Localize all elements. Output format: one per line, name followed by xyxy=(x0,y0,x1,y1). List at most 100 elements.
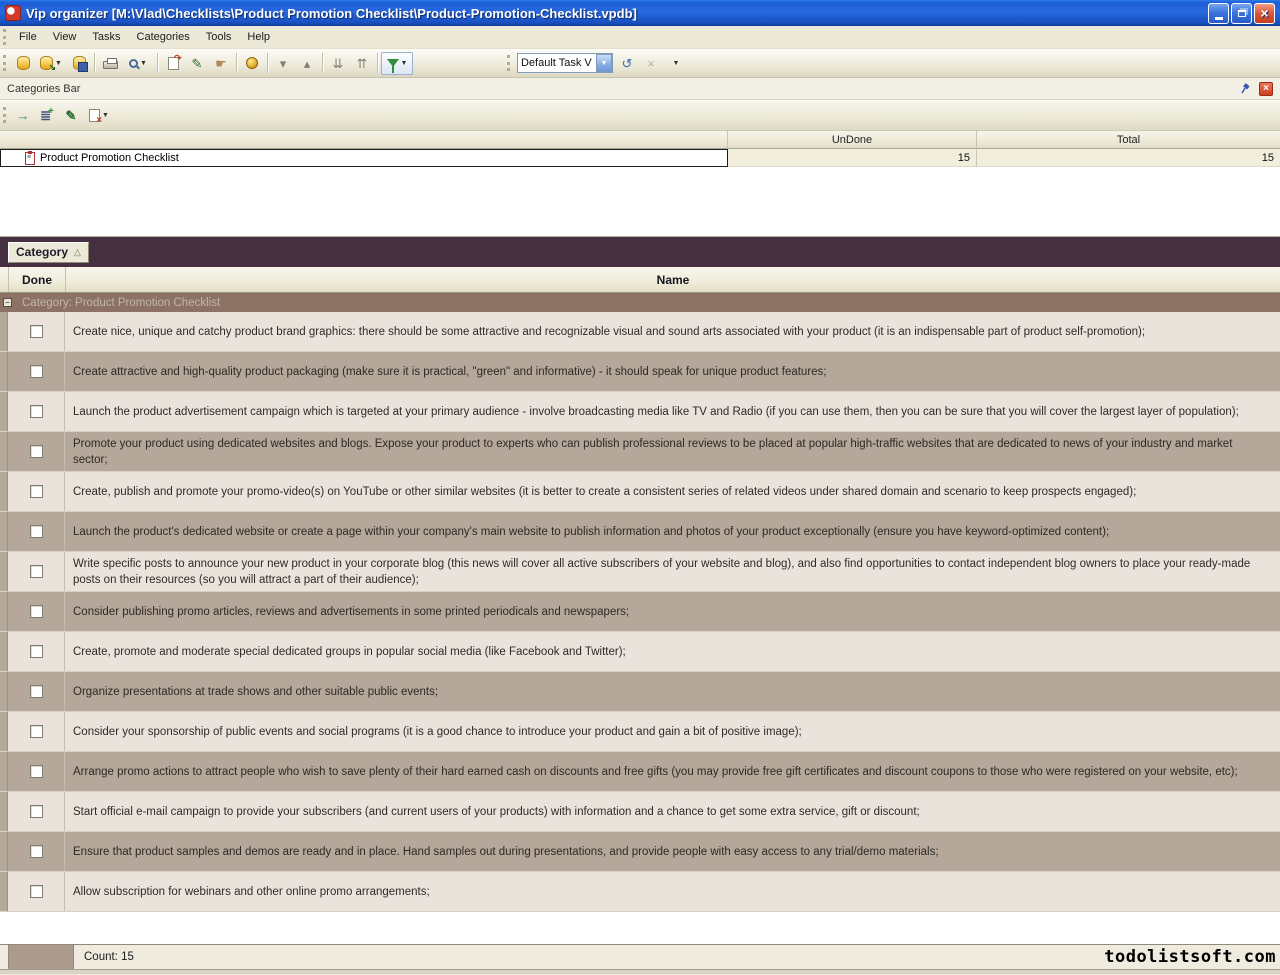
menu-tasks[interactable]: Tasks xyxy=(84,27,128,48)
chevron-down-icon: ▼ xyxy=(102,112,109,119)
assign-task-button[interactable]: ☛ xyxy=(209,52,233,75)
collapse-minus-icon[interactable]: − xyxy=(3,298,12,307)
done-column-header[interactable]: Done xyxy=(9,267,66,292)
move-down-button[interactable]: ▾ xyxy=(271,52,295,75)
total-count-cell: 15 xyxy=(977,149,1280,167)
filter-button[interactable]: ▼ xyxy=(381,52,413,75)
complete-task-button[interactable] xyxy=(240,52,264,75)
task-row[interactable]: Consider publishing promo articles, revi… xyxy=(0,592,1280,632)
task-row[interactable]: Write specific posts to announce your ne… xyxy=(0,552,1280,592)
close-panel-button[interactable]: × xyxy=(1259,82,1273,96)
menu-view[interactable]: View xyxy=(45,27,85,48)
task-row[interactable]: Promote your product using dedicated web… xyxy=(0,432,1280,472)
edit-pencil-icon: ✎ xyxy=(192,57,203,70)
menu-file[interactable]: File xyxy=(11,27,45,48)
task-name-cell: Ensure that product samples and demos ar… xyxy=(65,832,1280,871)
task-done-checkbox[interactable] xyxy=(30,605,43,618)
task-text: Ensure that product samples and demos ar… xyxy=(73,844,939,860)
task-done-checkbox[interactable] xyxy=(30,685,43,698)
print-button[interactable] xyxy=(98,52,122,75)
task-row[interactable]: Create, promote and moderate special ded… xyxy=(0,632,1280,672)
group-field-category-button[interactable]: Category △ xyxy=(8,242,89,263)
combobox-arrow-icon[interactable]: ▼ xyxy=(596,54,612,72)
task-done-checkbox[interactable] xyxy=(30,805,43,818)
task-done-checkbox[interactable] xyxy=(30,325,43,338)
category-column-header[interactable] xyxy=(0,131,728,149)
task-text: Write specific posts to announce your ne… xyxy=(73,556,1270,588)
window-bottom-edge xyxy=(0,969,1280,974)
category-name: Product Promotion Checklist xyxy=(40,152,179,164)
menu-grip xyxy=(3,29,8,45)
task-text: Create, promote and moderate special ded… xyxy=(73,644,626,660)
task-row[interactable]: Create nice, unique and catchy product b… xyxy=(0,312,1280,352)
new-task-button[interactable] xyxy=(161,52,185,75)
toolbar-options-button[interactable]: ▼ xyxy=(663,52,687,75)
apply-view-button[interactable]: ↺ xyxy=(615,52,639,75)
edit-category-button[interactable]: ✎ xyxy=(59,104,83,127)
task-row[interactable]: Allow subscription for webinars and othe… xyxy=(0,872,1280,912)
task-row[interactable]: Arrange promo actions to attract people … xyxy=(0,752,1280,792)
task-row[interactable]: Organize presentations at trade shows an… xyxy=(0,672,1280,712)
task-row[interactable]: Launch the product's dedicated website o… xyxy=(0,512,1280,552)
menu-tools[interactable]: Tools xyxy=(198,27,240,48)
edit-task-button[interactable]: ✎ xyxy=(185,52,209,75)
open-database-button[interactable]: ▼ xyxy=(35,52,67,75)
chevron-down-icon: ▼ xyxy=(673,60,680,67)
undone-column-header[interactable]: UnDone xyxy=(728,131,977,149)
grid-footer: Count: 15 todolistsoft.com xyxy=(0,944,1280,969)
done-cell xyxy=(8,712,65,751)
new-database-button[interactable] xyxy=(11,52,35,75)
name-column-header[interactable]: Name xyxy=(66,267,1280,292)
new-category-button[interactable]: → xyxy=(11,104,35,127)
menu-help[interactable]: Help xyxy=(239,27,278,48)
toolbar-grip xyxy=(3,107,8,123)
task-list: Create nice, unique and catchy product b… xyxy=(0,312,1280,912)
group-by-bar: Category △ xyxy=(0,237,1280,267)
task-row[interactable]: Consider your sponsorship of public even… xyxy=(0,712,1280,752)
delete-category-button[interactable]: ▼ xyxy=(83,104,115,127)
category-tree-cell[interactable]: Product Promotion Checklist xyxy=(0,149,728,167)
task-row[interactable]: Create, publish and promote your promo-v… xyxy=(0,472,1280,512)
category-tree-row[interactable]: Product Promotion Checklist 15 15 xyxy=(0,149,1280,167)
task-view-combobox[interactable]: Default Task V ▼ xyxy=(517,53,613,73)
task-done-checkbox[interactable] xyxy=(30,405,43,418)
move-bottom-button[interactable]: ⇊ xyxy=(326,52,350,75)
task-row[interactable]: Create attractive and high-quality produ… xyxy=(0,352,1280,392)
print-preview-button[interactable]: ▼ xyxy=(122,52,154,75)
menu-bar: File View Tasks Categories Tools Help xyxy=(0,26,1280,49)
task-row[interactable]: Start official e-mail campaign to provid… xyxy=(0,792,1280,832)
total-column-header[interactable]: Total xyxy=(977,131,1280,149)
task-row[interactable]: Launch the product advertisement campaig… xyxy=(0,392,1280,432)
restore-button[interactable] xyxy=(1231,3,1252,24)
delete-category-icon xyxy=(89,109,100,122)
auto-hide-pin-button[interactable] xyxy=(1239,82,1253,96)
title-bar: Vip organizer [M:\Vlad\Checklists\Produc… xyxy=(0,0,1280,26)
task-done-checkbox[interactable] xyxy=(30,565,43,578)
task-done-checkbox[interactable] xyxy=(30,485,43,498)
task-done-checkbox[interactable] xyxy=(30,765,43,778)
task-done-checkbox[interactable] xyxy=(30,725,43,738)
task-row[interactable]: Ensure that product samples and demos ar… xyxy=(0,832,1280,872)
task-done-checkbox[interactable] xyxy=(30,885,43,898)
task-done-checkbox[interactable] xyxy=(30,525,43,538)
task-done-checkbox[interactable] xyxy=(30,845,43,858)
task-done-checkbox[interactable] xyxy=(30,445,43,458)
delete-view-button[interactable]: × xyxy=(639,52,663,75)
menu-categories[interactable]: Categories xyxy=(129,27,198,48)
done-cell xyxy=(8,392,65,431)
task-name-cell: Create, publish and promote your promo-v… xyxy=(65,472,1280,511)
done-cell xyxy=(8,312,65,351)
print-icon xyxy=(103,61,118,69)
minimize-button[interactable] xyxy=(1208,3,1229,24)
move-top-button[interactable]: ⇈ xyxy=(350,52,374,75)
task-name-cell: Promote your product using dedicated web… xyxy=(65,432,1280,471)
category-group-row[interactable]: − Category: Product Promotion Checklist xyxy=(0,293,1280,312)
close-button[interactable]: × xyxy=(1254,3,1275,24)
task-done-checkbox[interactable] xyxy=(30,365,43,378)
toolbar-separator xyxy=(236,53,237,73)
new-subcategory-button[interactable]: ≣+ xyxy=(35,104,59,127)
row-indent xyxy=(0,712,8,751)
save-database-button[interactable] xyxy=(67,52,91,75)
move-up-button[interactable]: ▴ xyxy=(295,52,319,75)
task-done-checkbox[interactable] xyxy=(30,645,43,658)
